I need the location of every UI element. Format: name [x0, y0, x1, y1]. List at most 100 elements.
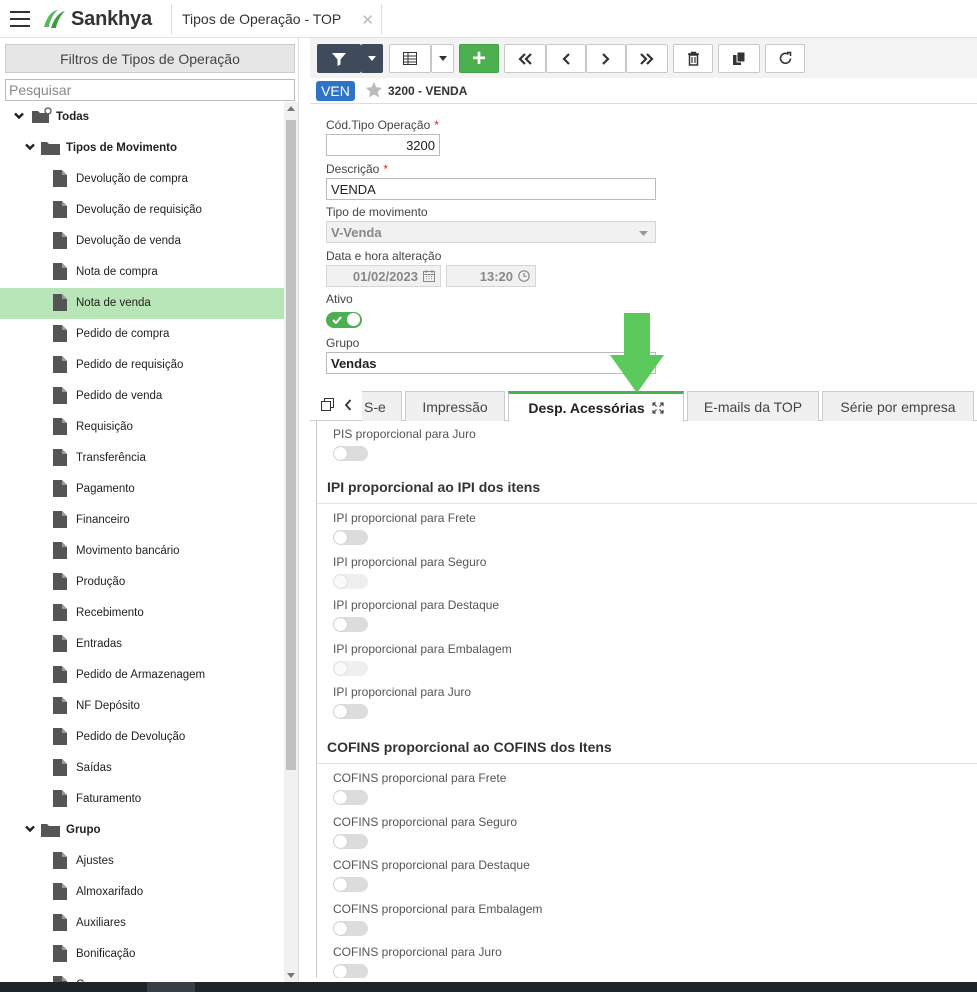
- tree-item[interactable]: Financeiro: [0, 505, 284, 536]
- tab-nfs-e[interactable]: S-e: [362, 391, 402, 421]
- tree-item[interactable]: Ajustes: [0, 846, 284, 877]
- tree-item[interactable]: Pedido de compra: [0, 319, 284, 350]
- previous-record-button[interactable]: [546, 44, 586, 73]
- tree-item[interactable]: Requisição: [0, 412, 284, 443]
- menu-icon[interactable]: [10, 11, 30, 27]
- tab-impressao[interactable]: Impressão: [405, 391, 505, 421]
- chevron-down-icon[interactable]: [14, 111, 24, 121]
- toggle-label: IPI proporcional para Embalagem: [333, 641, 512, 656]
- first-record-button[interactable]: [504, 44, 546, 73]
- grid-view-button[interactable]: [389, 44, 431, 73]
- expand-icon[interactable]: [652, 402, 664, 414]
- tree-item[interactable]: Bonificação: [0, 939, 284, 970]
- option-toggle[interactable]: [333, 964, 368, 978]
- file-icon: [53, 480, 67, 497]
- section-divider: [317, 503, 977, 504]
- tab-emails-top[interactable]: E-mails da TOP: [687, 391, 819, 421]
- tree-item[interactable]: Tipos de Movimento: [0, 133, 284, 164]
- tree-item[interactable]: Recebimento: [0, 598, 284, 629]
- tree-item-label: Devolução de compra: [76, 173, 188, 185]
- option-toggle[interactable]: [333, 920, 368, 936]
- date-field[interactable]: 01/02/2023: [326, 265, 441, 287]
- tree-item[interactable]: Saídas: [0, 753, 284, 784]
- ativo-toggle[interactable]: [326, 312, 362, 328]
- grupo-field[interactable]: Vendas: [326, 352, 656, 374]
- toggle-knob: [334, 661, 347, 675]
- toggle-knob: [334, 447, 347, 460]
- chevron-down-icon[interactable]: [25, 824, 35, 834]
- calendar-icon[interactable]: [423, 270, 435, 282]
- option-toggle[interactable]: [333, 617, 368, 632]
- sankhya-logo[interactable]: Sankhya: [41, 6, 152, 32]
- tree-item[interactable]: Devolução de compra: [0, 164, 284, 195]
- tree-item-label: Ajustes: [76, 855, 114, 867]
- tree-item[interactable]: Auxiliares: [0, 908, 284, 939]
- add-icon: +: [471, 44, 486, 72]
- scroll-down-icon[interactable]: [287, 973, 295, 978]
- tree-scrollbar[interactable]: [284, 102, 298, 982]
- delete-button[interactable]: [673, 44, 713, 73]
- filters-button[interactable]: Filtros de Tipos de Operação: [5, 44, 295, 73]
- tabs-scroll-left-icon[interactable]: [344, 399, 352, 411]
- cod-tipo-operacao-field[interactable]: 3200: [326, 134, 440, 156]
- option-toggle[interactable]: [333, 833, 368, 849]
- tipo-movimento-select[interactable]: V-Venda: [326, 221, 656, 243]
- chevron-down-icon[interactable]: [25, 142, 35, 152]
- descricao-field[interactable]: VENDA: [326, 178, 656, 200]
- tree-item[interactable]: Todas: [0, 102, 284, 133]
- search-input[interactable]: [5, 79, 295, 101]
- filter-dropdown-button[interactable]: [361, 44, 383, 73]
- tree-item[interactable]: Entradas: [0, 629, 284, 660]
- tab-tipos-operacao[interactable]: Tipos de Operação - TOP ✕: [171, 4, 382, 34]
- option-toggle[interactable]: [333, 790, 368, 805]
- tree-item[interactable]: Pedido de requisição: [0, 350, 284, 381]
- tree-item[interactable]: Nota de compra: [0, 257, 284, 288]
- tree-item[interactable]: Pedido de venda: [0, 381, 284, 412]
- refresh-button[interactable]: [765, 44, 805, 73]
- tabs-list-icon[interactable]: [321, 398, 335, 412]
- tree-item[interactable]: Grupo: [0, 815, 284, 846]
- taskbar-item[interactable]: [147, 982, 195, 992]
- favorite-star-icon[interactable]: [365, 81, 383, 99]
- folder-icon: [41, 824, 60, 837]
- file-icon: [53, 418, 67, 435]
- file-icon: [53, 573, 67, 590]
- toggle-label: IPI proporcional para Juro: [333, 685, 472, 699]
- tree-item[interactable]: NF Depósito: [0, 691, 284, 722]
- tree-item[interactable]: Nota de venda: [0, 288, 284, 319]
- tree-item[interactable]: Devolução de venda: [0, 226, 284, 257]
- tree-item-label: Entradas: [76, 638, 123, 650]
- clock-icon[interactable]: [518, 270, 530, 282]
- last-record-button[interactable]: [626, 44, 668, 73]
- tree-item[interactable]: Pedido de Armazenagem: [0, 660, 284, 691]
- tab-desp-acessorias[interactable]: Desp. Acessórias: [508, 391, 684, 422]
- copy-button[interactable]: [718, 44, 760, 73]
- tree-item-label: Devolução de venda: [76, 235, 181, 247]
- time-field[interactable]: 13:20: [446, 265, 536, 287]
- tree-item[interactable]: Faturamento: [0, 784, 284, 815]
- option-toggle[interactable]: [333, 530, 368, 545]
- desc-value: VENDA: [331, 181, 376, 197]
- tree-item[interactable]: Movimento bancário: [0, 536, 284, 567]
- close-tab-icon[interactable]: ✕: [361, 11, 374, 29]
- pis-juro-toggle[interactable]: [333, 446, 368, 461]
- tree-item[interactable]: Devolução de requisição: [0, 195, 284, 226]
- tree-item[interactable]: Pagamento: [0, 474, 284, 505]
- scrollbar-thumb[interactable]: [286, 120, 296, 770]
- file-icon: [53, 170, 67, 187]
- tree-item[interactable]: Produção: [0, 567, 284, 598]
- option-toggle[interactable]: [333, 704, 368, 719]
- tree-item[interactable]: Almoxarifado: [0, 877, 284, 908]
- add-button[interactable]: +: [459, 44, 499, 73]
- next-record-button[interactable]: [586, 44, 626, 73]
- filter-button[interactable]: [317, 44, 361, 73]
- scroll-up-icon[interactable]: [287, 106, 295, 111]
- option-toggle[interactable]: [333, 877, 368, 892]
- tree-item[interactable]: C...: [0, 970, 284, 982]
- grid-view-dropdown-button[interactable]: [431, 44, 454, 73]
- tree-item-label: Pedido de Armazenagem: [76, 669, 206, 681]
- dropdown-caret-icon: [368, 56, 376, 61]
- tree-item[interactable]: Transferência: [0, 443, 284, 474]
- tab-serie-empresa[interactable]: Série por empresa: [822, 391, 974, 421]
- tree-item[interactable]: Pedido de Devolução: [0, 722, 284, 753]
